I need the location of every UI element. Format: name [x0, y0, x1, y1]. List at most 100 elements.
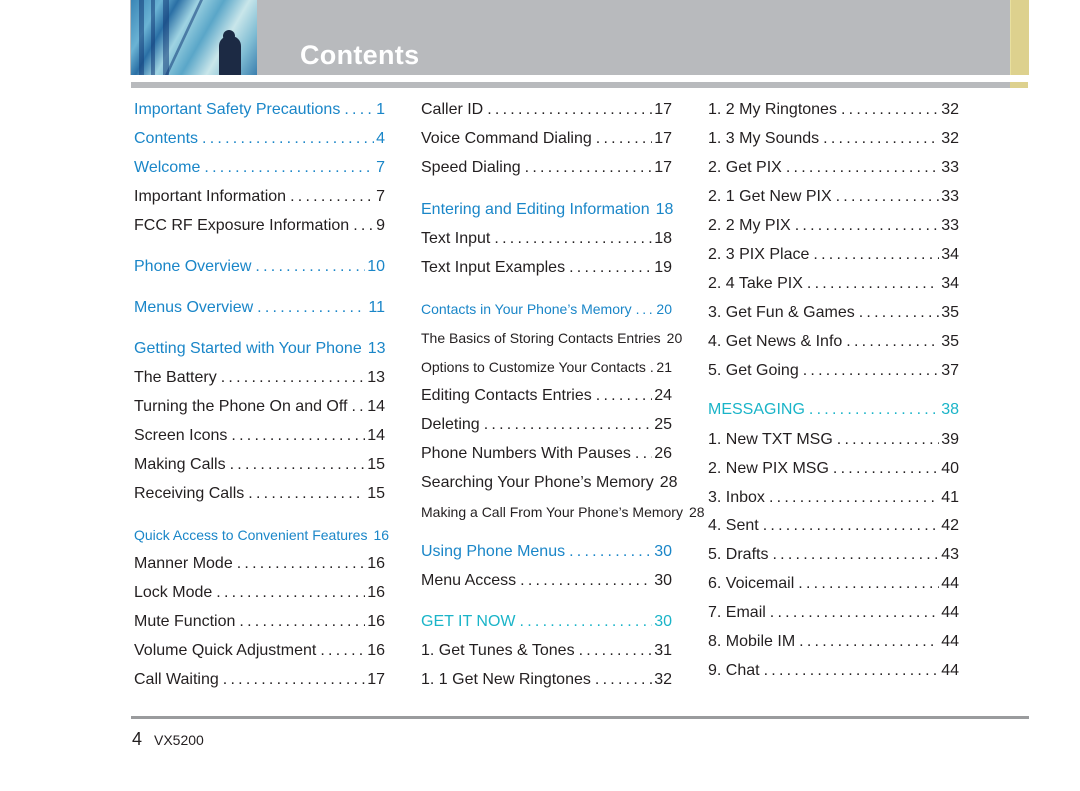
toc-entry-page: 35 — [941, 333, 959, 350]
toc-entry[interactable]: Phone Numbers With Pauses 26 — [421, 444, 672, 464]
toc-entry[interactable]: Important Safety Precautions 1 — [134, 100, 385, 120]
toc-entry[interactable]: Manner Mode 16 — [134, 554, 385, 574]
toc-entry-label: Contents — [134, 130, 199, 147]
toc-entry[interactable]: 1. 2 My Ringtones 32 — [708, 100, 959, 120]
toc-entry[interactable]: Menu Access 30 — [421, 571, 672, 591]
toc-entry[interactable]: Making a Call From Your Phone’s Memory 28 — [421, 502, 705, 522]
toc-leader-dots — [525, 158, 653, 178]
toc-entry[interactable]: Screen Icons 14 — [134, 426, 385, 446]
toc-entry[interactable]: Options to Customize Your Contacts 21 — [421, 357, 672, 377]
toc-entry[interactable]: Entering and Editing Information 18 — [421, 200, 673, 220]
toc-entry[interactable]: 2. New PIX MSG 40 — [708, 459, 959, 479]
toc-entry[interactable]: Editing Contacts Entries 24 — [421, 386, 672, 406]
toc-entry[interactable]: Call Waiting 17 — [134, 670, 385, 690]
toc-entry[interactable]: 5. Get Going 37 — [708, 361, 959, 381]
toc-entry-label: Receiving Calls — [134, 485, 245, 502]
toc-leader-dots — [836, 187, 940, 207]
toc-entry-page: 33 — [941, 159, 959, 176]
toc-entry[interactable]: 9. Chat 44 — [708, 661, 959, 681]
toc-entry[interactable]: 7. Email 44 — [708, 603, 959, 623]
toc-entry-label: Deleting — [421, 416, 480, 433]
toc-entry[interactable]: GET IT NOW 30 — [421, 612, 672, 632]
toc-leader-dots — [764, 661, 940, 681]
toc-entry-label: MESSAGING — [708, 401, 805, 418]
toc-entry[interactable]: Caller ID 17 — [421, 100, 672, 120]
toc-entry-label: 2. Get PIX — [708, 159, 782, 176]
toc-entry[interactable]: 2. 4 Take PIX 34 — [708, 274, 959, 294]
toc-entry[interactable]: 2. 1 Get New PIX 33 — [708, 187, 959, 207]
toc-entry[interactable]: The Battery 13 — [134, 368, 385, 388]
toc-entry[interactable]: The Basics of Storing Contacts Entries 20 — [421, 328, 682, 348]
toc-entry-label: Making Calls — [134, 456, 226, 473]
toc-entry[interactable]: Contents 4 — [134, 129, 385, 149]
toc-entry[interactable]: FCC RF Exposure Information 9 — [134, 216, 385, 236]
toc-entry[interactable]: Lock Mode 16 — [134, 583, 385, 603]
toc-entry[interactable]: Welcome 7 — [134, 158, 385, 178]
toc-entry[interactable]: 8. Mobile IM 44 — [708, 632, 959, 652]
toc-leader-dots — [494, 229, 652, 249]
toc-entry[interactable]: 6. Voicemail 44 — [708, 574, 959, 594]
toc-entry[interactable]: 3. Inbox 41 — [708, 488, 959, 508]
toc-leader-dots — [798, 574, 939, 594]
toc-entry[interactable]: 1. 3 My Sounds 32 — [708, 129, 959, 149]
toc-entry[interactable]: Receiving Calls 15 — [134, 484, 385, 504]
toc-leader-dots — [769, 488, 939, 508]
toc-leader-dots — [596, 129, 652, 149]
toc-entry-page: 25 — [654, 416, 672, 433]
toc-leader-dots — [239, 612, 365, 632]
toc-leader-dots — [204, 158, 374, 178]
toc-entry[interactable]: Voice Command Dialing 17 — [421, 129, 672, 149]
toc-entry-label: 1. 2 My Ringtones — [708, 101, 837, 118]
toc-entry[interactable]: Deleting 25 — [421, 415, 672, 435]
toc-entry[interactable]: Getting Started with Your Phone 13 — [134, 339, 386, 359]
toc-leader-dots — [795, 216, 940, 236]
toc-leader-dots — [813, 245, 939, 265]
toc-entry-page: 32 — [941, 101, 959, 118]
toc-entry-label: 1. 1 Get New Ringtones — [421, 671, 591, 688]
toc-entry-page: 24 — [654, 387, 672, 404]
toc-entry-label: Phone Numbers With Pauses — [421, 445, 631, 462]
toc-entry-label: 2. New PIX MSG — [708, 460, 829, 477]
toc-entry[interactable]: 2. 3 PIX Place 34 — [708, 245, 959, 265]
toc-entry[interactable]: 2. Get PIX 33 — [708, 158, 959, 178]
toc-entry-page: 20 — [656, 301, 672, 317]
photo-detail — [139, 0, 144, 75]
toc-entry[interactable]: Speed Dialing 17 — [421, 158, 672, 178]
header-accent — [1010, 0, 1029, 75]
toc-entry[interactable]: 5. Drafts 43 — [708, 545, 959, 565]
toc-entry[interactable]: Text Input Examples 19 — [421, 258, 672, 278]
toc-entry-page: 16 — [373, 527, 390, 543]
toc-entry[interactable]: 3. Get Fun & Games 35 — [708, 303, 959, 323]
toc-entry[interactable]: Mute Function 16 — [134, 612, 385, 632]
toc-leader-dots — [520, 612, 653, 632]
toc-leader-dots — [809, 400, 939, 420]
footer-model-name: VX5200 — [154, 732, 204, 748]
toc-entry-page: 21 — [656, 359, 672, 375]
toc-entry[interactable]: Phone Overview 10 — [134, 257, 385, 277]
toc-entry[interactable]: 1. 1 Get New Ringtones 32 — [421, 670, 672, 690]
toc-entry[interactable]: Text Input 18 — [421, 229, 672, 249]
toc-entry-label: Options to Customize Your Contacts — [421, 359, 646, 375]
toc-entry[interactable]: Menus Overview 11 — [134, 298, 385, 318]
toc-entry[interactable]: 4. Sent 42 — [708, 516, 959, 536]
toc-entry[interactable]: Using Phone Menus 30 — [421, 542, 672, 562]
toc-entry[interactable]: Quick Access to Convenient Features 16 — [134, 525, 389, 545]
toc-leader-dots — [257, 298, 366, 318]
toc-entry-page: 30 — [654, 613, 672, 630]
toc-entry[interactable]: Volume Quick Adjustment 16 — [134, 641, 385, 661]
toc-entry[interactable]: Important Information 7 — [134, 187, 385, 207]
toc-entry[interactable]: 2. 2 My PIX 33 — [708, 216, 959, 236]
toc-entry[interactable]: MESSAGING 38 — [708, 400, 959, 420]
toc-entry[interactable]: Searching Your Phone’s Memory 28 — [421, 473, 678, 493]
toc-entry-page: 15 — [367, 485, 385, 502]
toc-entry-label: 1. 3 My Sounds — [708, 130, 820, 147]
toc-entry[interactable]: Contacts in Your Phone’s Memory 20 — [421, 299, 672, 319]
toc-entry[interactable]: 4. Get News & Info 35 — [708, 332, 959, 352]
toc-entry[interactable]: Making Calls 15 — [134, 455, 385, 475]
toc-entry[interactable]: 1. New TXT MSG 39 — [708, 430, 959, 450]
toc-entry[interactable]: 1. Get Tunes & Tones 31 — [421, 641, 672, 661]
toc-leader-dots — [786, 158, 939, 178]
toc-entry[interactable]: Turning the Phone On and Off 14 — [134, 397, 385, 417]
toc-entry-page: 43 — [941, 546, 959, 563]
toc-entry-page: 31 — [654, 642, 672, 659]
